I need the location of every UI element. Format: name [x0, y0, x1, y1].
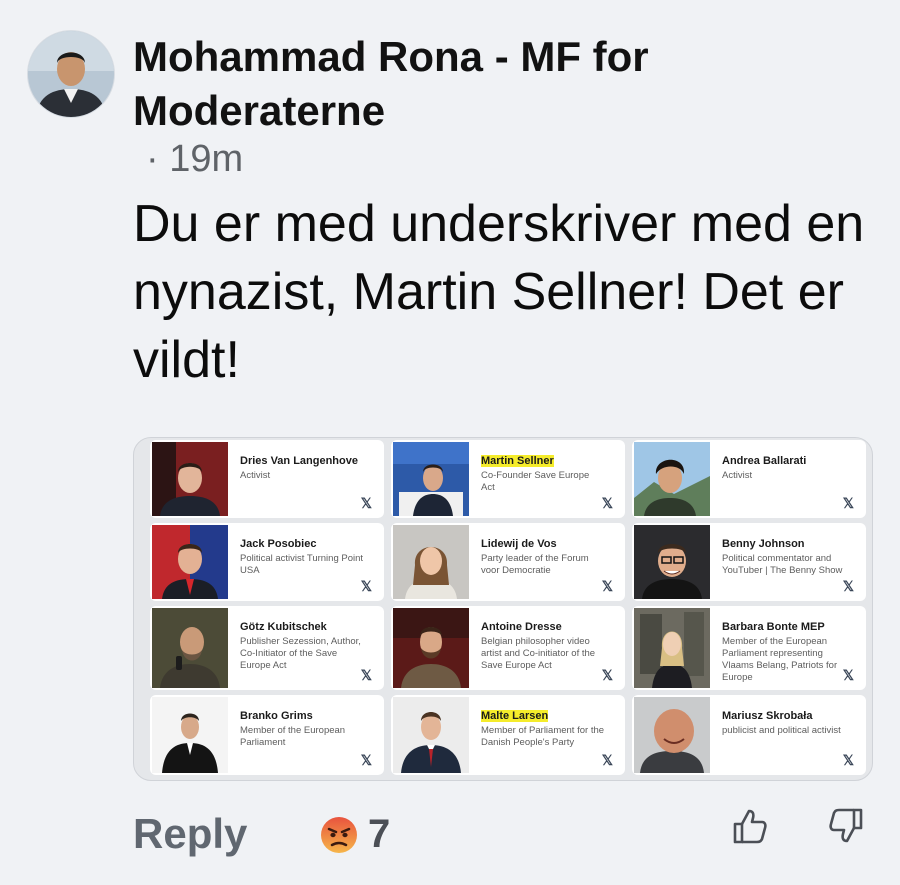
- signatory-description: Political commentator and YouTuber | The…: [722, 553, 843, 576]
- thumbs-up-icon[interactable]: [730, 806, 770, 846]
- comment-timestamp[interactable]: · 19m: [146, 137, 243, 181]
- reaction-count: 7: [368, 812, 391, 856]
- person-photo: [393, 697, 469, 773]
- person-photo: [634, 697, 710, 773]
- signatory-name: Barbara Bonte MEP: [722, 621, 825, 633]
- name-highlight: Malte Larsen: [481, 710, 549, 722]
- signatory-description: Activist: [722, 470, 753, 481]
- signatory-card: Barbara Bonte MEP Member of the European…: [632, 606, 866, 690]
- signatory-name: Mariusz Skrobała: [722, 710, 813, 722]
- signatory-name: Jack Posobiec: [240, 538, 317, 550]
- x-logo-icon: 𝕏: [360, 752, 372, 768]
- comment-author-name[interactable]: Mohammad Rona - MF for Moderaterne: [133, 30, 833, 138]
- signatory-description: Activist: [240, 470, 271, 481]
- signatory-description: Member of the European Parliament repres…: [722, 636, 838, 683]
- signatory-name: Malte Larsen: [481, 709, 605, 723]
- name-highlight: Martin Sellner: [481, 455, 554, 467]
- signatory-card: Lidewij de Vos Party leader of the Forum…: [391, 523, 625, 601]
- person-photo: [393, 608, 469, 688]
- signatory-card: Branko Grims Member of the European Parl…: [150, 695, 384, 775]
- signatory-description: Member of the European Parliament: [240, 725, 346, 748]
- signatory-card: Antoine Dresse Belgian philosopher video…: [391, 606, 625, 690]
- person-photo: [152, 442, 228, 516]
- signatory-card: Jack Posobiec Political activist Turning…: [150, 523, 384, 601]
- signatory-description: publicist and political activist: [722, 725, 841, 736]
- attached-image[interactable]: Dries Van Langenhove Activist 𝕏 Martin S…: [133, 437, 873, 781]
- x-logo-icon: 𝕏: [601, 578, 613, 594]
- person-photo: [634, 608, 710, 688]
- signatory-card: Martin Sellner Co-Founder Save Europe Ac…: [391, 440, 625, 518]
- signatory-name: Andrea Ballarati: [722, 455, 807, 467]
- signatory-grid: Dries Van Langenhove Activist 𝕏 Martin S…: [150, 440, 866, 775]
- person-photo: [152, 608, 228, 688]
- person-photo: [634, 442, 710, 516]
- x-logo-icon: 𝕏: [842, 667, 854, 683]
- person-photo: [393, 442, 469, 516]
- author-avatar[interactable]: [27, 30, 115, 118]
- person-photo: [393, 525, 469, 599]
- signatory-card: Götz Kubitschek Publisher Sezession, Aut…: [150, 606, 384, 690]
- person-photo: [152, 525, 228, 599]
- x-logo-icon: 𝕏: [360, 667, 372, 683]
- signatory-card: Benny Johnson Political commentator and …: [632, 523, 866, 601]
- reply-button[interactable]: Reply: [133, 810, 247, 858]
- signatory-description: Party leader of the Forum voor Democrati…: [481, 553, 589, 576]
- signatory-name: Martin Sellner: [481, 454, 605, 468]
- signatory-card: Dries Van Langenhove Activist 𝕏: [150, 440, 384, 518]
- signatory-description: Member of Parliament for the Danish Peop…: [481, 725, 605, 748]
- signatory-name: Antoine Dresse: [481, 621, 562, 633]
- signatory-card: Mariusz Skrobała publicist and political…: [632, 695, 866, 775]
- x-logo-icon: 𝕏: [842, 752, 854, 768]
- avatar-photo: [28, 31, 114, 117]
- signatory-description: Political activist Turning Point USA: [240, 553, 364, 576]
- reaction-summary[interactable]: 7: [320, 812, 390, 857]
- person-photo: [634, 525, 710, 599]
- angry-face-icon: [321, 816, 357, 853]
- signatory-name: Benny Johnson: [722, 538, 805, 550]
- signatory-description: Publisher Sezession, Author, Co-Initiato…: [240, 636, 361, 671]
- x-logo-icon: 𝕏: [842, 495, 854, 511]
- signatory-description: Co-Founder Save Europe Act: [481, 470, 590, 493]
- signatory-name: Lidewij de Vos: [481, 538, 557, 550]
- x-logo-icon: 𝕏: [601, 495, 613, 511]
- signatory-name: Branko Grims: [240, 710, 313, 722]
- signatory-card: Andrea Ballarati Activist 𝕏: [632, 440, 866, 518]
- signatory-name: Dries Van Langenhove: [240, 455, 358, 467]
- x-logo-icon: 𝕏: [360, 578, 372, 594]
- x-logo-icon: 𝕏: [842, 578, 854, 594]
- comment-text: Du er med underskriver med en nynazist, …: [133, 195, 865, 389]
- signatory-description: Belgian philosopher video artist and Co-…: [481, 636, 596, 671]
- x-logo-icon: 𝕏: [601, 667, 613, 683]
- x-logo-icon: 𝕏: [360, 495, 372, 511]
- person-photo: [152, 697, 228, 773]
- signatory-card: Malte Larsen Member of Parliament for th…: [391, 695, 625, 775]
- signatory-name: Götz Kubitschek: [240, 621, 327, 633]
- x-logo-icon: 𝕏: [601, 752, 613, 768]
- thumbs-down-icon[interactable]: [826, 806, 866, 846]
